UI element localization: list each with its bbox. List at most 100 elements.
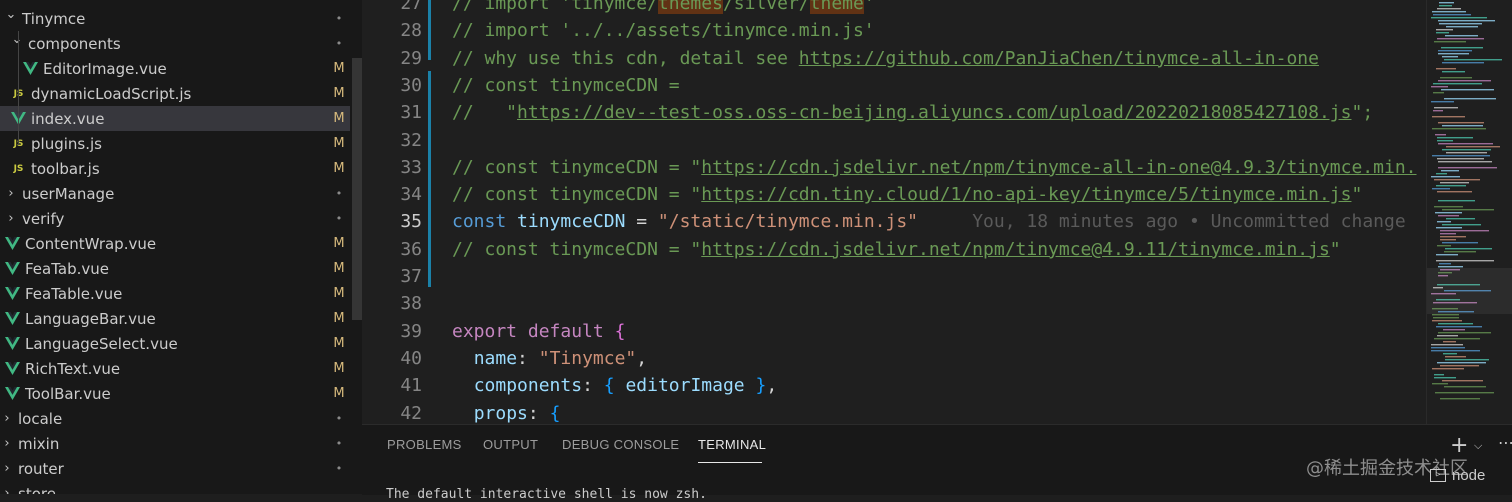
tab-terminal[interactable]: TERMINAL xyxy=(698,437,766,452)
line-number: 38 xyxy=(400,293,422,315)
minimap-line xyxy=(1440,239,1456,241)
vue-file-icon xyxy=(4,286,21,301)
code-line[interactable]: 27 // import 'tinymce/themes/silver/theme… xyxy=(362,0,1426,17)
tree-file[interactable]: FeaTab.vue M xyxy=(0,256,350,281)
minimap-line xyxy=(1439,5,1452,7)
tree-item-label: LanguageBar.vue xyxy=(25,309,156,328)
tree-folder[interactable]: ⌄ components • xyxy=(0,31,350,56)
minimap-line xyxy=(1440,182,1469,184)
tree-file[interactable]: index.vue M xyxy=(0,106,350,131)
tree-folder[interactable]: ⌄ Tinymce • xyxy=(0,6,350,31)
modified-badge: M xyxy=(333,236,345,251)
code-line[interactable]: 35 const tinymceCDN = "/static/tinymce.mi… xyxy=(362,208,1426,235)
minimap-line xyxy=(1438,143,1493,145)
minimap-line xyxy=(1439,23,1482,25)
code-line[interactable]: 36 // const tinymceCDN = "https://cdn.jsd… xyxy=(362,236,1426,263)
code-line[interactable]: 30 // const tinymceCDN = xyxy=(362,72,1426,99)
minimap-line xyxy=(1436,254,1458,256)
modified-badge: M xyxy=(333,336,345,351)
chevron-right-icon[interactable]: › xyxy=(0,486,14,494)
minimap-line xyxy=(1446,218,1475,220)
tree-item-label: plugins.js xyxy=(31,134,102,153)
minimap-line xyxy=(1437,245,1451,247)
minimap-line xyxy=(1438,50,1472,52)
minimap-line xyxy=(1433,317,1459,319)
modified-badge: M xyxy=(333,386,345,401)
line-number: 37 xyxy=(400,266,422,287)
modified-badge: M xyxy=(333,86,345,101)
minimap-line xyxy=(1438,332,1491,334)
tree-file[interactable]: LanguageBar.vue M xyxy=(0,306,350,331)
code-line[interactable]: 42 props: { xyxy=(362,400,1426,425)
minimap[interactable] xyxy=(1426,0,1512,424)
terminal-output: The default interactive shell is now zsh… xyxy=(386,487,707,502)
code-editor[interactable]: 27 // import 'tinymce/themes/silver/theme… xyxy=(362,0,1426,424)
changes-dot: • xyxy=(335,212,343,225)
tree-file[interactable]: EditorImage.vue M xyxy=(0,56,350,81)
minimap-line xyxy=(1442,125,1483,127)
code-line[interactable]: 34 // const tinymceCDN = "https://cdn.tin… xyxy=(362,181,1426,208)
code-line[interactable]: 31 // "https://dev--test-oss.oss-cn-beiji… xyxy=(362,99,1426,126)
code-text: // const tinymceCDN = "https://cdn.jsdel… xyxy=(452,238,1341,260)
code-line[interactable]: 41 components: { editorImage }, xyxy=(362,372,1426,399)
code-line[interactable]: 39 export default { xyxy=(362,318,1426,345)
tree-folder[interactable]: › mixin • xyxy=(0,431,350,456)
chevron-down-icon[interactable]: ⌵ xyxy=(1474,439,1482,453)
bottom-panel: PROBLEMS OUTPUT DEBUG CONSOLE TERMINAL +… xyxy=(362,424,1512,502)
code-line[interactable]: 33 // const tinymceCDN = "https://cdn.jsd… xyxy=(362,154,1426,181)
tree-item-label: FeaTable.vue xyxy=(25,284,123,303)
tree-file[interactable]: JSplugins.jsM xyxy=(0,131,350,156)
chevron-right-icon[interactable]: › xyxy=(0,436,14,451)
more-actions-icon[interactable]: ⋯ xyxy=(1498,433,1512,452)
tree-file[interactable]: LanguageSelect.vue M xyxy=(0,331,350,356)
minimap-line xyxy=(1440,230,1489,232)
minimap-line xyxy=(1438,122,1484,124)
code-line[interactable]: 40 name: "Tinymce", xyxy=(362,345,1426,372)
tab-debug-console[interactable]: DEBUG CONSOLE xyxy=(562,437,679,452)
tree-item-label: toolbar.js xyxy=(31,159,100,178)
tree-file[interactable]: JSdynamicLoadScript.jsM xyxy=(0,81,350,106)
minimap-line xyxy=(1444,59,1502,61)
tree-item-label: ContentWrap.vue xyxy=(25,234,157,253)
tab-problems[interactable]: PROBLEMS xyxy=(387,437,462,452)
changes-dot: • xyxy=(335,412,343,425)
terminal-instance[interactable]: > node xyxy=(1430,467,1485,484)
changes-dot: • xyxy=(335,437,343,450)
tree-folder[interactable]: › store xyxy=(0,481,350,495)
minimap-line xyxy=(1438,161,1492,163)
code-line[interactable]: 37 xyxy=(362,263,1426,290)
tree-item-label: EditorImage.vue xyxy=(43,59,167,78)
tree-item-label: Tinymce xyxy=(22,9,86,28)
minimap-line xyxy=(1434,374,1444,376)
line-number: 34 xyxy=(400,184,422,206)
tree-item-label: mixin xyxy=(18,434,60,453)
chevron-right-icon[interactable]: › xyxy=(0,461,14,476)
chevron-down-icon[interactable]: ⌄ xyxy=(4,7,18,22)
changes-dot: • xyxy=(335,12,343,25)
code-line[interactable]: 32 xyxy=(362,127,1426,154)
code-line[interactable]: 38 xyxy=(362,290,1426,317)
minimap-line xyxy=(1436,227,1462,229)
minimap-line xyxy=(1437,137,1473,139)
code-line[interactable]: 29 // why use this cdn, detail see https:… xyxy=(362,45,1426,72)
explorer-scrollbar[interactable] xyxy=(352,58,362,320)
minimap-line xyxy=(1438,167,1497,169)
chevron-down-icon[interactable]: ⌄ xyxy=(10,32,24,47)
vue-file-icon xyxy=(4,386,21,401)
tree-folder[interactable]: › locale • xyxy=(0,406,350,431)
tree-folder[interactable]: › userManage • xyxy=(0,181,350,206)
tree-file[interactable]: RichText.vue M xyxy=(0,356,350,381)
chevron-right-icon[interactable]: › xyxy=(4,186,18,201)
tree-folder[interactable]: › router • xyxy=(0,456,350,481)
minimap-line xyxy=(1440,233,1456,235)
code-line[interactable]: 28 // import '../../assets/tinymce.min.js… xyxy=(362,17,1426,44)
tree-file[interactable]: ContentWrap.vue M xyxy=(0,231,350,256)
tree-folder[interactable]: › verify • xyxy=(0,206,350,231)
tab-output[interactable]: OUTPUT xyxy=(483,437,538,452)
chevron-right-icon[interactable]: › xyxy=(4,211,18,226)
tree-file[interactable]: JS toolbar.js M xyxy=(0,156,350,181)
line-number: 36 xyxy=(400,238,422,260)
chevron-right-icon[interactable]: › xyxy=(0,411,14,426)
tree-file[interactable]: ToolBar.vue M xyxy=(0,381,350,406)
tree-file[interactable]: FeaTable.vue M xyxy=(0,281,350,306)
